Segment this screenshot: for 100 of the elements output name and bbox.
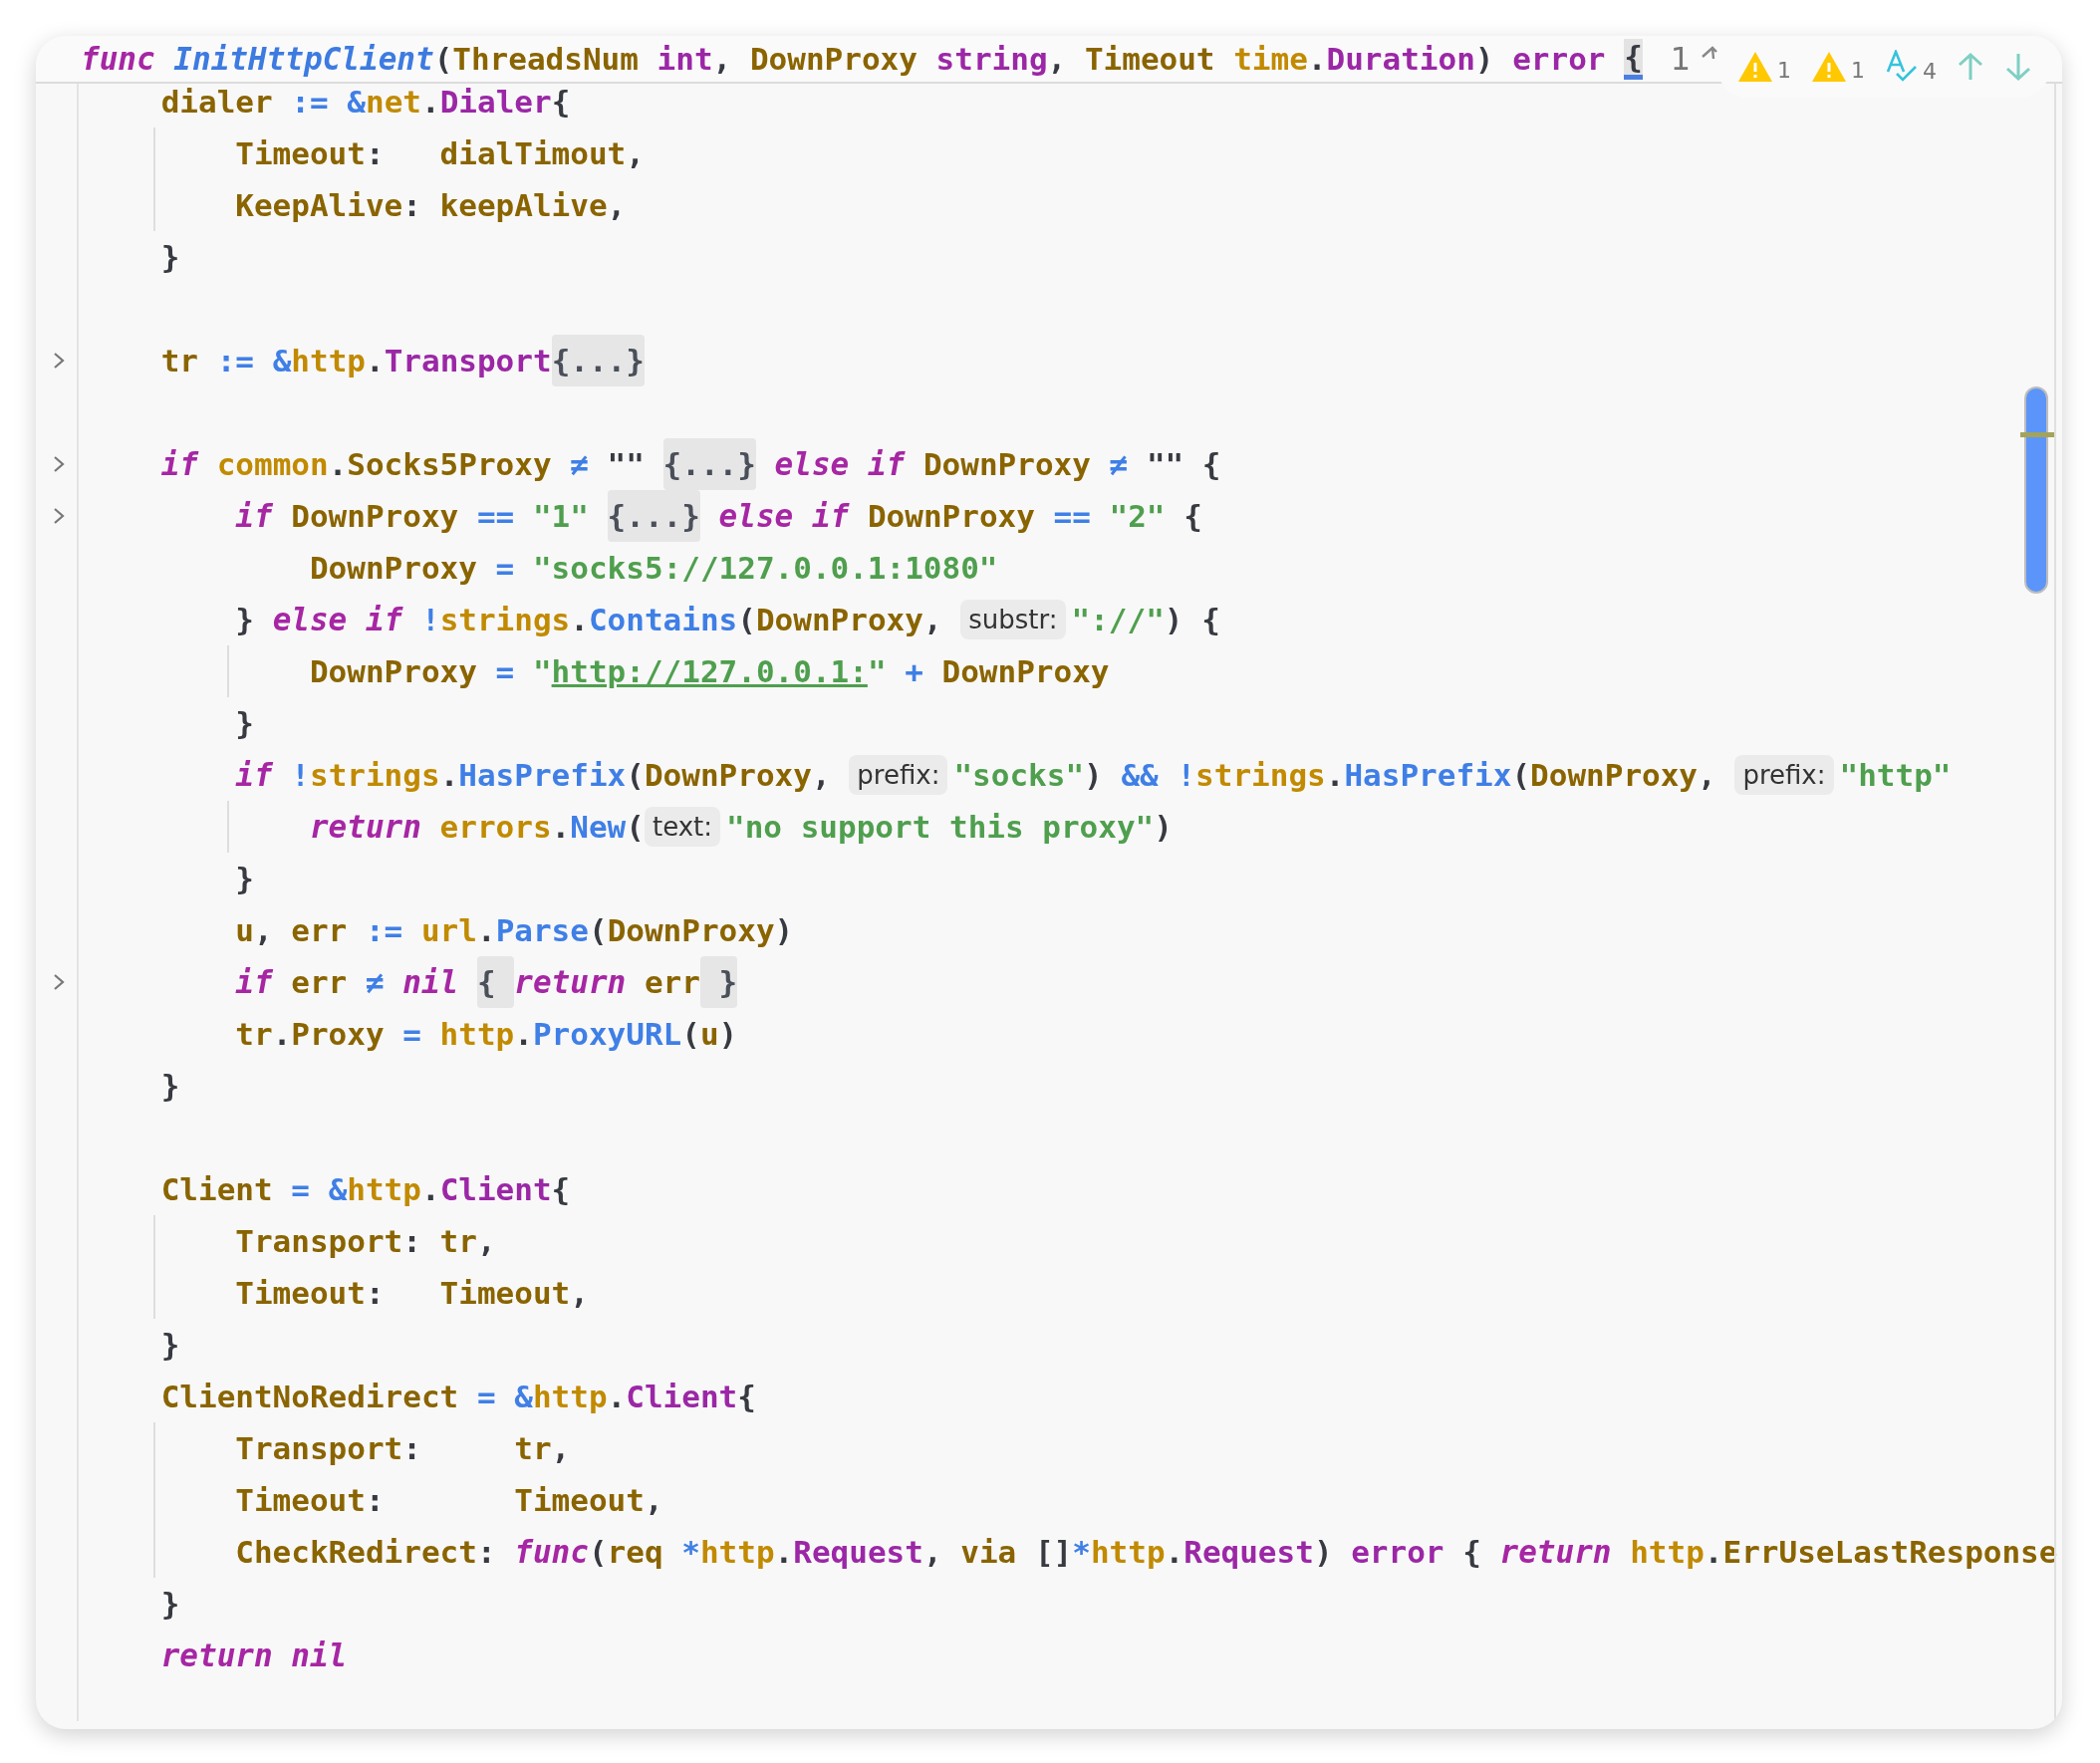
identifier: DownProxy [309, 652, 478, 691]
code-text: , [1698, 756, 1717, 795]
method-name: HasPrefix [458, 756, 627, 795]
keyword: return [309, 808, 422, 847]
identifier: u [699, 1015, 719, 1054]
code-text: : [402, 1222, 422, 1261]
code-text: ) [774, 911, 794, 950]
inlay-hint: prefix: [849, 755, 948, 795]
keyword: if [811, 497, 851, 536]
issue-count: 1 [1851, 58, 1865, 83]
identifier: Proxy [291, 1015, 386, 1054]
string-literal: "no support this proxy" [726, 808, 1155, 847]
identifier: ThreadsNum [452, 40, 640, 79]
identifier: Transport [235, 1429, 403, 1468]
code-text: "" { [1146, 445, 1221, 484]
down-arrow-icon[interactable] [2004, 52, 2032, 82]
inlay-hint: substr: [960, 600, 1066, 639]
operator: & [272, 342, 292, 380]
identifier: tr [439, 1222, 477, 1261]
code-text: } [235, 601, 255, 639]
keyword: nil [402, 963, 460, 1002]
operator: ≠ [365, 963, 386, 1002]
string-literal: "1" [532, 497, 590, 536]
code-text: , [570, 1274, 589, 1313]
operator: && [1121, 756, 1160, 795]
code-text: . [420, 83, 440, 122]
keyword: if [160, 445, 200, 484]
identifier: KeepAlive [235, 186, 403, 225]
code-text: ( [681, 1015, 700, 1054]
package-name: strings [439, 601, 571, 639]
package-name: net [365, 83, 421, 122]
code-text: } [160, 238, 180, 277]
code-text: } [235, 704, 254, 743]
code-text: . [476, 911, 496, 950]
code-text: } [160, 1585, 180, 1624]
keyword: if [365, 601, 404, 639]
code-text: . [514, 1015, 533, 1054]
operator: ! [420, 601, 440, 639]
up-arrow-icon[interactable] [1957, 52, 1984, 82]
identifier: keepAlive [439, 186, 608, 225]
folded-code[interactable]: } [699, 956, 738, 1008]
identifier: Client [160, 1170, 274, 1209]
string-literal: " [532, 652, 552, 691]
method-name: ProxyURL [532, 1015, 682, 1054]
identifier: Timeout [235, 1274, 366, 1313]
operator: & [328, 1170, 348, 1209]
code-text: : [365, 1274, 386, 1313]
code-text: ( [588, 1533, 608, 1572]
package-name: http [347, 1170, 421, 1209]
package-name: http [291, 342, 366, 380]
warning-icon[interactable] [1737, 51, 1773, 83]
keyword: nil [291, 1637, 348, 1675]
code-text: ( [737, 601, 756, 639]
operator: * [681, 1533, 700, 1572]
identifier: req [607, 1533, 664, 1572]
folded-code[interactable]: {...} [662, 438, 756, 490]
spellcheck-icon[interactable] [1885, 50, 1919, 84]
code-text: . [1307, 40, 1327, 79]
keyword: if [867, 445, 907, 484]
keyword: if [235, 963, 274, 1002]
folded-code[interactable]: { [476, 956, 515, 1008]
identifier: tr [160, 342, 199, 380]
code-text: } [160, 1326, 180, 1365]
code-text: : [402, 186, 422, 225]
scrollbar-thumb[interactable] [2024, 386, 2048, 594]
operator: == [1053, 497, 1092, 536]
keyword: return [1499, 1533, 1613, 1572]
string-literal: "socks5://127.0.0.1:1080" [532, 549, 998, 588]
code-text: . [774, 1533, 794, 1572]
code-text: { [1183, 497, 1202, 536]
folded-code[interactable]: {...} [607, 490, 700, 542]
identifier: DownProxy [755, 601, 923, 639]
keyword: func [514, 1533, 589, 1572]
code-text: , [811, 756, 832, 795]
error-stripe-mark [2020, 432, 2056, 437]
inspection-count: 1 [1670, 40, 1692, 78]
string-literal: "http" [1839, 756, 1952, 795]
identifier: Timeout [235, 1481, 366, 1520]
keyword: func [81, 40, 156, 79]
identifier: ErrUseLastResponse [1722, 1533, 2058, 1572]
package-name: http [1630, 1533, 1705, 1572]
identifier: Timeout [235, 134, 366, 173]
warning-icon[interactable] [1811, 51, 1847, 83]
code-text: . [365, 342, 385, 380]
code-text: , [922, 601, 943, 639]
code-text: ) [1154, 808, 1173, 847]
folded-code[interactable]: {...} [551, 335, 645, 386]
method-name: New [570, 808, 627, 847]
operator: = [495, 549, 516, 588]
code-text: ) { [1164, 601, 1220, 639]
type-name: string [935, 40, 1048, 79]
string-literal: "2" [1109, 497, 1167, 536]
code-text: : [365, 1481, 386, 1520]
code-text: . [272, 1015, 292, 1054]
code-text: ) [718, 1015, 738, 1054]
package-name: errors [439, 808, 552, 847]
operator: = [495, 652, 516, 691]
keyword: else [717, 497, 795, 536]
type-name: Request [1183, 1533, 1314, 1572]
package-name: url [420, 911, 477, 950]
